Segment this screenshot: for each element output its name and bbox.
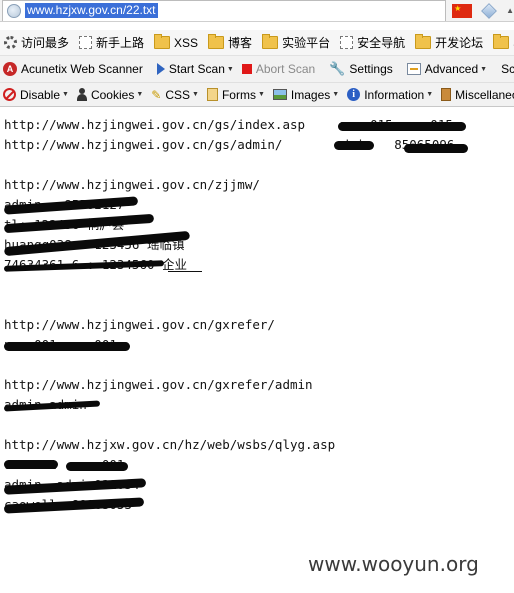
redaction-mark [334,141,374,150]
china-flag-icon[interactable] [452,3,473,18]
miscellaneous-label: Miscellaneous [455,87,514,102]
acunetix-brand-label: Acunetix Web Scanner [21,62,143,76]
cookies-menu[interactable]: Cookies ▼ [76,87,144,102]
bookmark-wooyun[interactable]: 乌云 [493,34,514,51]
start-scan-button[interactable]: Start Scan ▼ [156,62,234,76]
advanced-label: Advanced [424,62,479,76]
bookmark-lab-platform[interactable]: 实验平台 [262,34,330,51]
dropdown-caret-icon: ▼ [136,91,144,98]
text-line: http://www.hzjxw.gov.cn/hz/web/wsbs/qlyg… [4,437,336,452]
settings-label: Settings [349,62,393,76]
images-label: Images [290,87,331,102]
bookmark-dev-forum[interactable]: 开发论坛 [415,34,483,51]
image-icon [272,89,287,100]
miscellaneous-menu[interactable]: Miscellaneous [441,88,514,102]
play-icon [156,63,165,75]
bookmark-label: 新手上路 [96,36,145,50]
bookmark-label: 实验平台 [282,36,331,50]
clipboard-icon [206,88,218,101]
gear-icon [4,36,17,49]
advanced-button[interactable]: Advanced ▼ [406,62,488,76]
folder-icon [415,34,432,49]
folder-icon [154,34,171,49]
css-label: CSS [165,87,191,102]
acunetix-logo-icon: A [3,62,17,76]
stop-icon [241,64,252,74]
bookmark-label: 安全导航 [357,36,406,50]
underline-mark [168,271,202,272]
scroll-arrow-icon[interactable]: ▲ [506,6,514,15]
folder-icon [208,34,225,49]
wrench-icon: 🔧 [329,61,346,76]
wand-icon: ✎ [151,87,162,102]
dropdown-caret-icon: ▼ [226,65,234,73]
forms-label: Forms [221,87,256,102]
overflow-scan-button[interactable]: Sca [501,62,514,76]
bookmark-label: 访问最多 [21,36,70,50]
bookmark-label: 开发论坛 [435,36,484,50]
cube-icon[interactable] [481,2,497,19]
bookmark-blog[interactable]: 博客 [208,34,252,51]
text-line: http://www.hzjingwei.gov.cn/gxrefer/admi… [4,377,313,392]
text-line: http://www.hzjingwei.gov.cn/gxrefer/ [4,317,275,332]
cookies-label: Cookies [90,87,135,102]
folder-icon [493,34,510,49]
redaction-mark [404,144,468,153]
acunetix-brand[interactable]: A Acunetix Web Scanner [3,62,143,76]
dropdown-caret-icon: ▼ [426,91,434,98]
dropdown-caret-icon: ▼ [62,91,69,98]
settings-button[interactable]: 🔧 Settings [329,61,393,77]
misc-icon [441,88,452,101]
globe-icon [7,3,21,18]
dropdown-caret-icon: ▼ [332,91,340,98]
bookmark-most-visited[interactable]: 访问最多 [4,34,69,51]
information-label: Information [364,87,425,102]
redaction-mark [66,462,128,471]
watermark: www.wooyun.org [308,552,479,576]
folder-icon [262,34,279,49]
abort-scan-button[interactable]: Abort Scan [241,62,316,76]
bookmark-label: 博客 [228,36,253,50]
forms-menu[interactable]: Forms ▼ [206,87,265,102]
information-menu[interactable]: i Information ▼ [347,88,433,102]
dropdown-caret-icon: ▼ [192,91,199,98]
overflow-label: Sca [501,62,514,76]
text-line: http://www.hzjingwei.gov.cn/gs/index.asp [4,117,306,132]
redaction-mark [4,460,58,469]
start-scan-label: Start Scan [168,62,225,76]
css-menu[interactable]: ✎ CSS ▼ [151,88,199,102]
text-line: http://www.hzjingwei.gov.cn/zjjmw/ [4,177,260,192]
url-field[interactable]: www.hzjxw.gov.cn/22.txt [2,0,447,21]
person-icon [76,88,87,101]
address-bar: www.hzjxw.gov.cn/22.txt ▲ [0,0,514,22]
abort-scan-label: Abort Scan [255,62,316,76]
disable-label: Disable [20,87,61,102]
dropdown-caret-icon: ▼ [480,65,488,73]
redaction-mark [4,342,130,351]
advanced-window-icon [406,63,421,75]
disable-icon [3,88,16,101]
bookmarks-bar: 访问最多 新手上路 XSS 博客 实验平台 安全导航 开发论坛 乌云 [0,30,514,56]
redaction-mark [338,122,466,131]
bookmark-security-nav[interactable]: 安全导航 [340,34,405,51]
dashed-page-icon [340,36,354,49]
text-line: http://www.hzjingwei.gov.cn/gs/admin/ [4,137,283,152]
dashed-page-icon [79,36,93,49]
images-menu[interactable]: Images ▼ [272,87,340,102]
bookmark-getting-started[interactable]: 新手上路 [79,34,144,51]
web-developer-toolbar: Disable ▼ Cookies ▼ ✎ CSS ▼ Forms ▼ Imag… [0,83,514,107]
bookmark-label: XSS [174,35,199,50]
bookmark-xss[interactable]: XSS [154,34,199,50]
disable-menu[interactable]: Disable ▼ [3,88,69,102]
url-text[interactable]: www.hzjxw.gov.cn/22.txt [25,3,158,18]
dropdown-caret-icon: ▼ [257,91,265,98]
info-icon: i [347,88,361,101]
acunetix-toolbar: A Acunetix Web Scanner Start Scan ▼ Abor… [0,56,514,83]
